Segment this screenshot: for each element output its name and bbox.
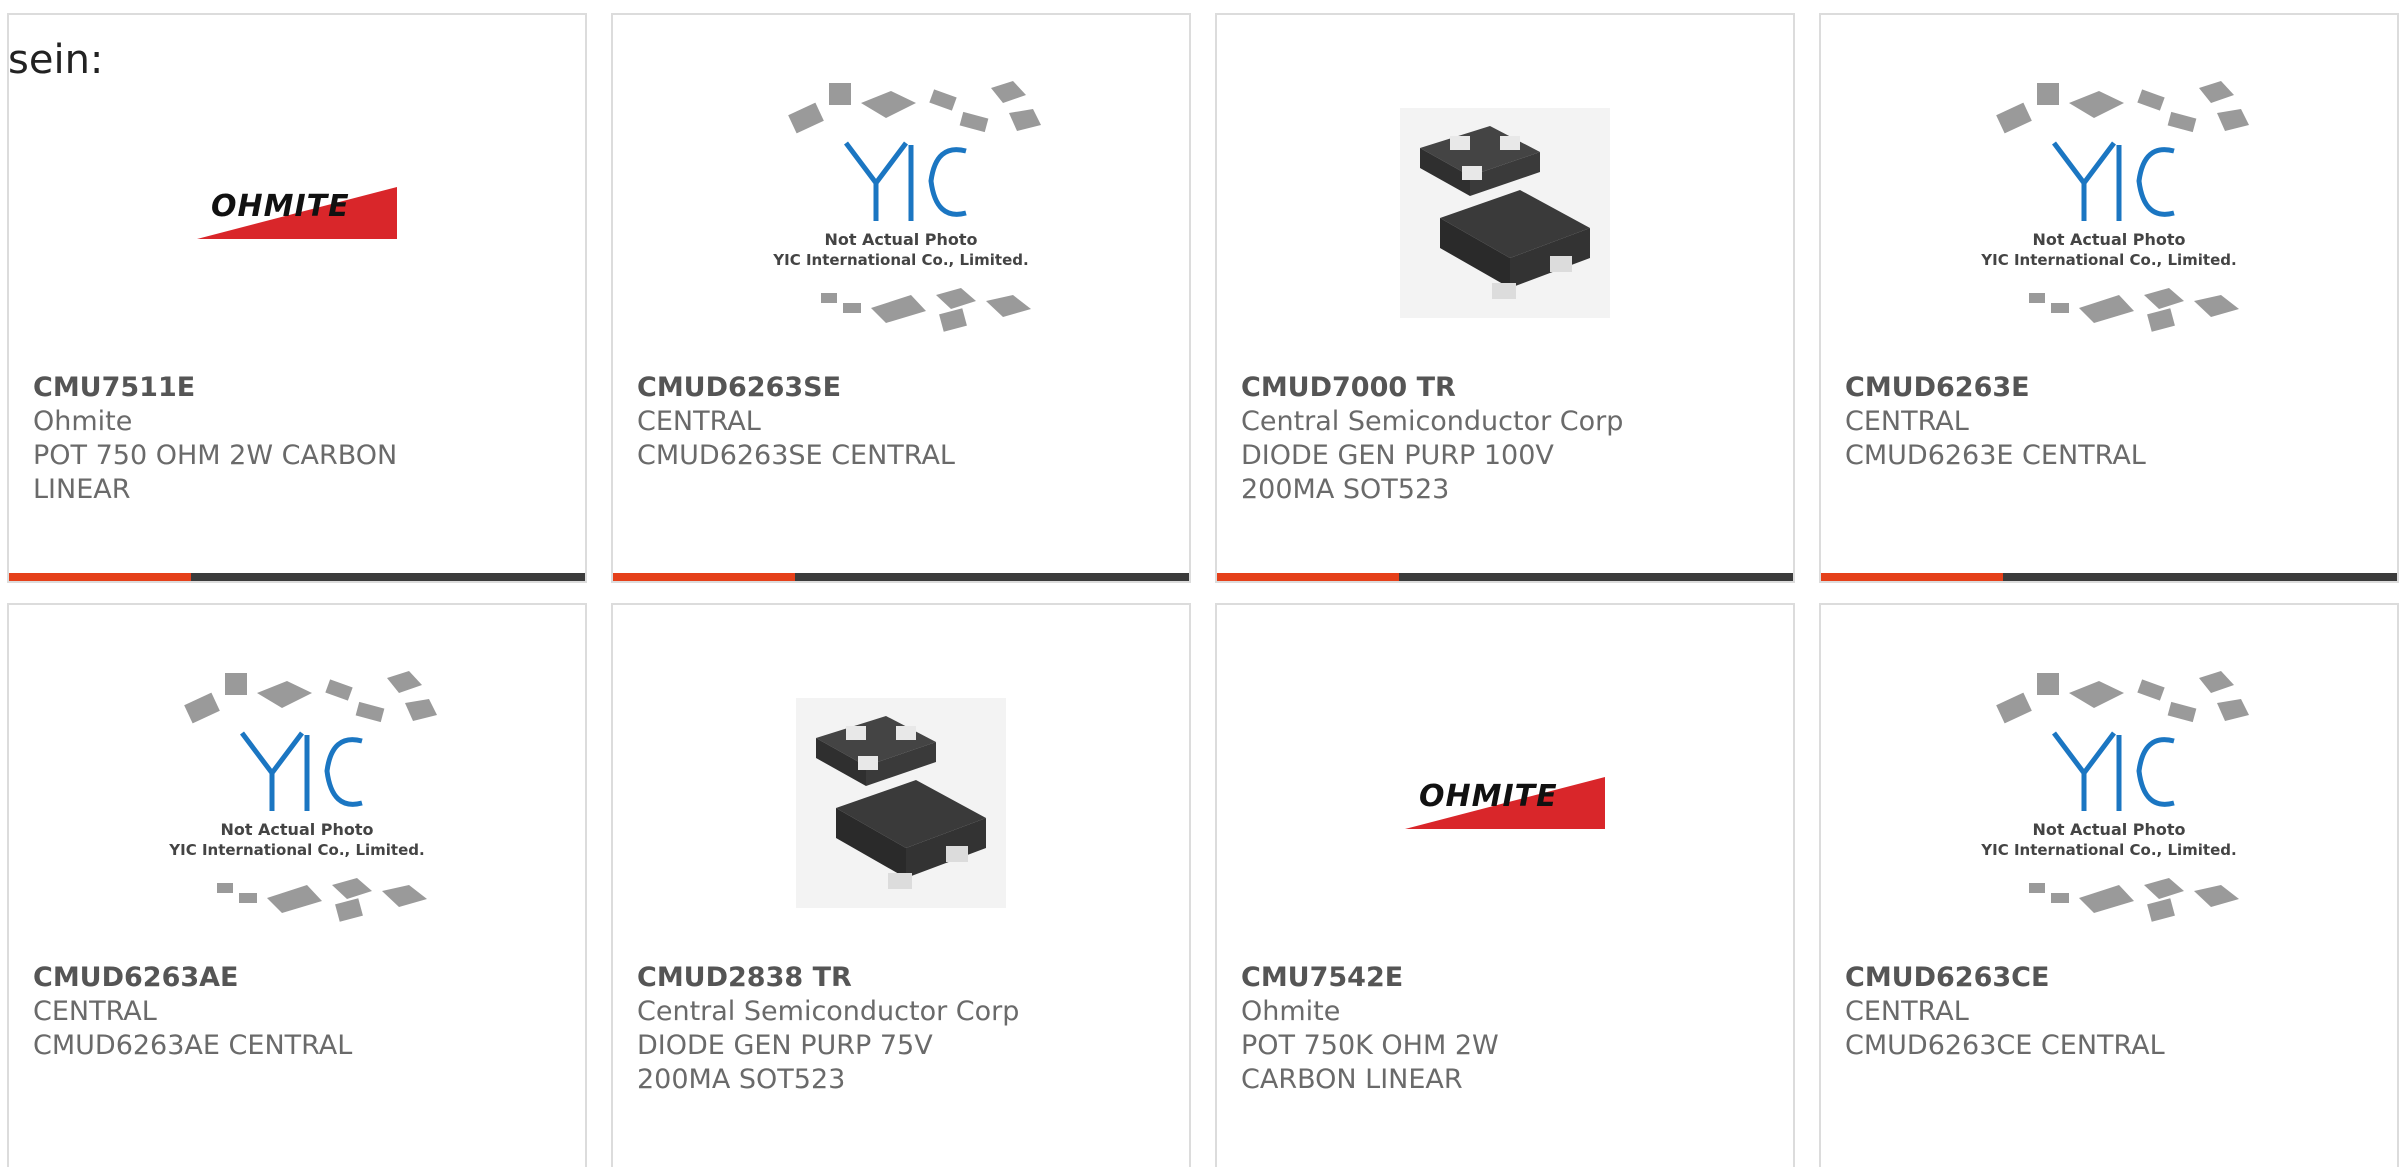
ohmite-logo: OHMITE — [197, 187, 397, 239]
svg-text:YIC International Co., Limited: YIC International Co., Limited. — [772, 251, 1028, 269]
card-footer-bar — [613, 573, 1189, 581]
part-number[interactable]: CMU7542E — [1241, 961, 1773, 995]
product-card[interactable]: Not Actual Photo YIC International Co., … — [1819, 603, 2399, 1167]
card-footer-bar — [1217, 573, 1793, 581]
manufacturer: CENTRAL — [1845, 406, 1969, 437]
ohmite-logo: OHMITE — [1405, 777, 1605, 829]
product-card[interactable]: CMUD7000 TR Central Semiconductor Corp D… — [1215, 13, 1795, 583]
heading-fragment: sein: — [8, 37, 104, 83]
part-number[interactable]: CMUD6263CE — [1845, 961, 2377, 995]
svg-text:Not Actual Photo: Not Actual Photo — [2032, 230, 2185, 249]
product-image: Not Actual Photo YIC International Co., … — [613, 63, 1189, 363]
description: CMUD6263E CENTRAL — [1845, 440, 2146, 471]
part-number[interactable]: CMUD6263E — [1845, 371, 2377, 405]
manufacturer: CENTRAL — [637, 406, 761, 437]
part-number[interactable]: CMUD2838 TR — [637, 961, 1169, 995]
svg-text:YIC International Co., Limited: YIC International Co., Limited. — [168, 841, 424, 859]
description: CMUD6263AE CENTRAL — [33, 1030, 353, 1061]
description: POT 750 OHM 2W CARBON LINEAR — [33, 440, 398, 505]
product-card[interactable]: Not Actual Photo YIC International Co., … — [611, 13, 1191, 583]
description: CMUD6263SE CENTRAL — [637, 440, 955, 471]
part-number[interactable]: CMUD6263AE — [33, 961, 565, 995]
description: CMUD6263CE CENTRAL — [1845, 1030, 2165, 1061]
manufacturer: CENTRAL — [33, 996, 157, 1027]
yic-placeholder-image: Not Actual Photo YIC International Co., … — [772, 81, 1041, 332]
product-card[interactable]: OHMITE CMU7511E Ohmite POT 750 OHM 2W CA… — [7, 13, 587, 583]
product-grid-page: sein: OHMITE CMU7511E Ohmite POT 750 OHM… — [0, 0, 2400, 1167]
product-image — [1217, 63, 1793, 363]
svg-text:Not Actual Photo: Not Actual Photo — [2032, 820, 2185, 839]
description: DIODE GEN PURP 75V 200MA SOT523 — [637, 1030, 933, 1095]
card-footer-bar — [1821, 573, 2397, 581]
yic-placeholder-image: Not Actual Photo YIC International Co., … — [1980, 671, 2249, 922]
product-card[interactable]: CMUD2838 TR Central Semiconductor Corp D… — [611, 603, 1191, 1167]
product-image — [613, 653, 1189, 953]
product-card[interactable]: Not Actual Photo YIC International Co., … — [7, 603, 587, 1167]
svg-text:Not Actual Photo: Not Actual Photo — [220, 820, 373, 839]
svg-text:YIC International Co., Limited: YIC International Co., Limited. — [1980, 841, 2236, 859]
product-image: OHMITE — [1217, 653, 1793, 953]
manufacturer: Central Semiconductor Corp — [637, 996, 1020, 1027]
product-image: OHMITE — [9, 63, 585, 363]
manufacturer: CENTRAL — [1845, 996, 1969, 1027]
product-card[interactable]: OHMITE CMU7542E Ohmite POT 750K OHM 2W C… — [1215, 603, 1795, 1167]
card-footer-bar — [9, 573, 585, 581]
sot523-package-image — [1400, 108, 1610, 318]
product-image: Not Actual Photo YIC International Co., … — [9, 653, 585, 953]
yic-placeholder-image: Not Actual Photo YIC International Co., … — [168, 671, 437, 922]
manufacturer: Central Semiconductor Corp — [1241, 406, 1624, 437]
part-number[interactable]: CMUD6263SE — [637, 371, 1169, 405]
description: POT 750K OHM 2W CARBON LINEAR — [1241, 1030, 1499, 1095]
manufacturer: Ohmite — [1241, 996, 1341, 1027]
sot523-package-image — [796, 698, 1006, 908]
svg-text:Not Actual Photo: Not Actual Photo — [824, 230, 977, 249]
description: DIODE GEN PURP 100V 200MA SOT523 — [1241, 440, 1554, 505]
svg-text:YIC International Co., Limited: YIC International Co., Limited. — [1980, 251, 2236, 269]
manufacturer: Ohmite — [33, 406, 133, 437]
product-image: Not Actual Photo YIC International Co., … — [1821, 63, 2397, 363]
product-image: Not Actual Photo YIC International Co., … — [1821, 653, 2397, 953]
part-number[interactable]: CMUD7000 TR — [1241, 371, 1773, 405]
yic-placeholder-image: Not Actual Photo YIC International Co., … — [1980, 81, 2249, 332]
product-card[interactable]: Not Actual Photo YIC International Co., … — [1819, 13, 2399, 583]
part-number[interactable]: CMU7511E — [33, 371, 565, 405]
